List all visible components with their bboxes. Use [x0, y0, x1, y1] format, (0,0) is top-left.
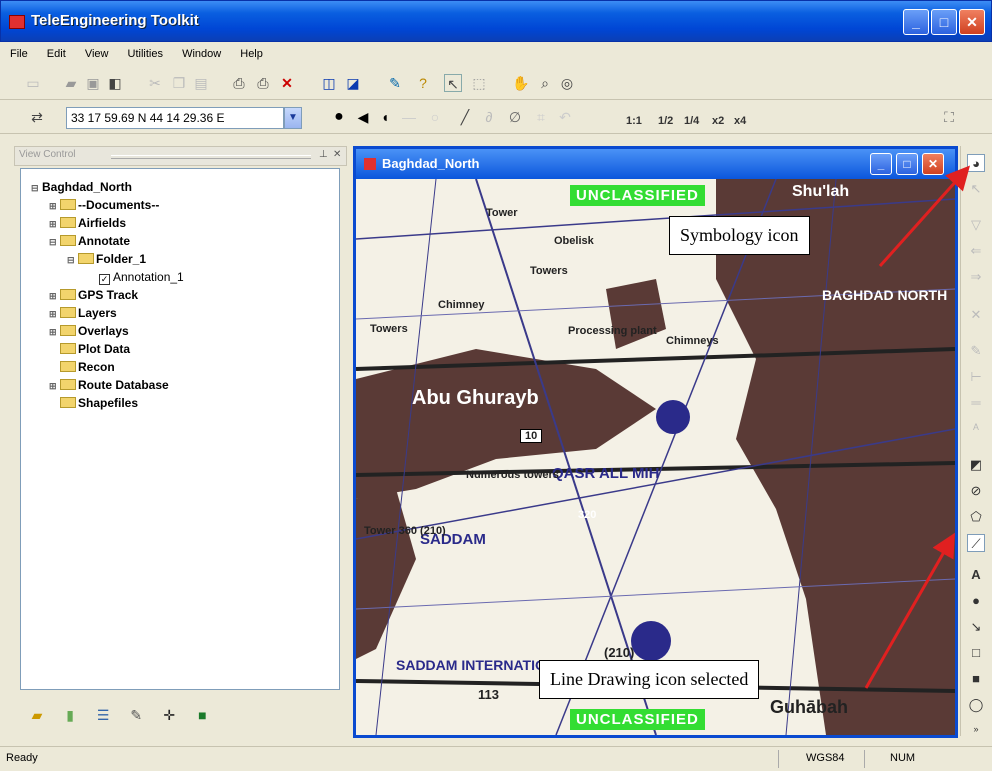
- callout-arrows: [864, 165, 971, 689]
- status-datum: WGS84: [806, 752, 845, 764]
- status-text: Ready: [6, 752, 38, 764]
- status-separator: [778, 750, 779, 768]
- status-bar: Ready WGS84 NUM: [0, 746, 992, 771]
- status-separator: [864, 750, 865, 768]
- status-num: NUM: [890, 752, 916, 764]
